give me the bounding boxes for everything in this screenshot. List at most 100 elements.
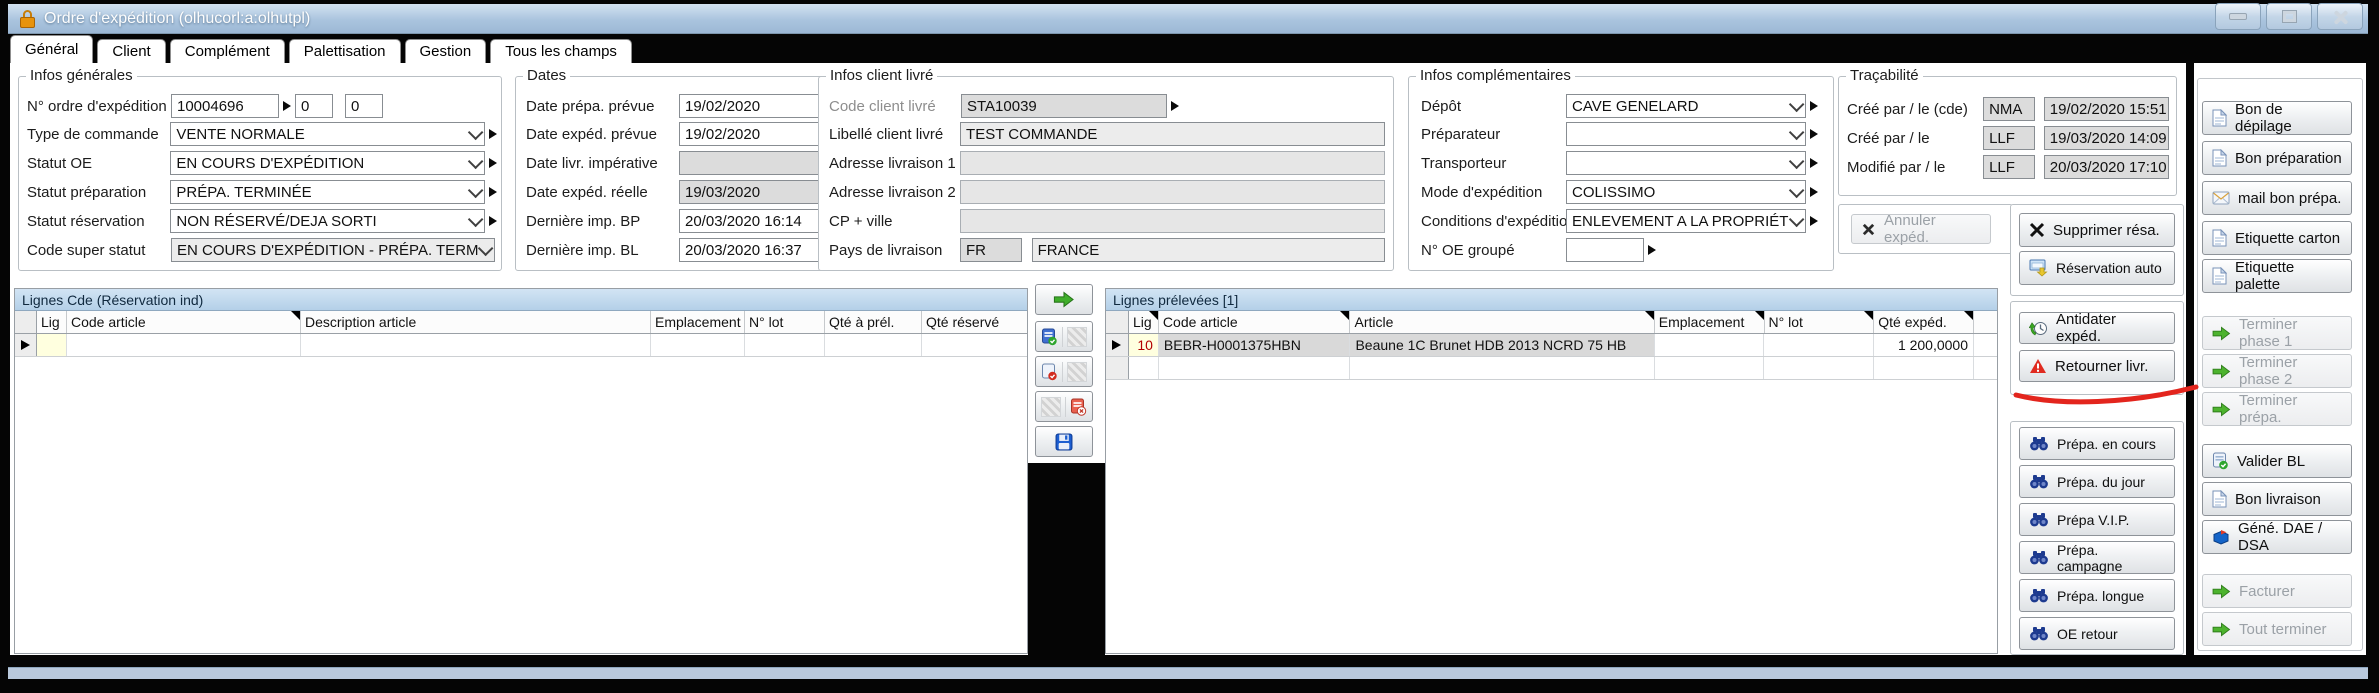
terminer-prepa-button[interactable]: Terminer prépa. xyxy=(2202,392,2352,426)
cell-emplacement[interactable] xyxy=(1655,334,1765,356)
oe-groupe-field[interactable] xyxy=(1566,238,1644,262)
tab-palettisation[interactable]: Palettisation xyxy=(289,39,401,63)
oe-retour-button[interactable]: OE retour xyxy=(2019,617,2175,650)
tab-tous-les-champs[interactable]: Tous les champs xyxy=(490,39,632,63)
col-qte-reserve[interactable]: Qté réservé xyxy=(922,311,1020,333)
tab-general[interactable]: Général xyxy=(10,35,93,63)
chevron-down-icon xyxy=(1789,211,1805,227)
code-super-statut-select[interactable]: EN COURS D'EXPÉDITION - PRÉPA. TERMINÉE-… xyxy=(171,238,495,262)
num-ordre-field[interactable]: 10004696 xyxy=(171,94,279,118)
col-num-lot[interactable]: N° lot xyxy=(1765,311,1875,333)
reservation-auto-button[interactable]: Réservation auto xyxy=(2019,251,2175,285)
date-exped-prevue-field[interactable]: 19/02/2020 xyxy=(679,122,829,146)
num-ordre-sub2-field[interactable]: 0 xyxy=(345,94,383,118)
tout-terminer-button[interactable]: Tout terminer xyxy=(2202,612,2352,646)
tab-gestion[interactable]: Gestion xyxy=(405,39,487,63)
derniere-imp-bl-field[interactable]: 20/03/2020 16:37 xyxy=(679,238,829,262)
transfer-line-button[interactable] xyxy=(1035,284,1093,315)
antidater-exped-button[interactable]: Antidater expéd. xyxy=(2019,312,2175,344)
bon-livraison-button[interactable]: Bon livraison xyxy=(2202,482,2352,516)
delete-lines-button[interactable] xyxy=(1035,391,1093,422)
lookup-arrow-icon[interactable] xyxy=(1171,101,1179,111)
mode-expedition-select[interactable]: COLISSIMO xyxy=(1566,180,1806,204)
col-qte-exped[interactable]: Qté expéd. xyxy=(1874,311,1974,333)
title-bar[interactable]: Ordre d'expédition (olhucorl:a:olhutpl) xyxy=(8,4,2368,34)
statut-reservation-select[interactable]: NON RÉSERVÉ/DEJA SORTI xyxy=(170,209,485,233)
lignes-cde-table[interactable]: Lignes Cde (Réservation ind) Lig Code ar… xyxy=(14,288,1028,654)
lookup-arrow-icon[interactable] xyxy=(283,101,291,111)
prepa-vip-button[interactable]: Prépa V.I.P. xyxy=(2019,503,2175,536)
cell-code-article[interactable]: BEBR-H0001375HBN xyxy=(1159,334,1351,356)
col-article[interactable]: Article xyxy=(1350,311,1654,333)
bon-preparation-button[interactable]: Bon préparation xyxy=(2202,141,2352,175)
retourner-livr-button[interactable]: Retourner livr. xyxy=(2019,350,2175,382)
col-emplacement[interactable]: Emplacement xyxy=(651,311,745,333)
close-button[interactable] xyxy=(2317,3,2363,30)
statut-oe-select[interactable]: EN COURS D'EXPÉDITION xyxy=(170,151,485,175)
lookup-arrow-icon[interactable] xyxy=(489,129,497,139)
cell-qte-exped[interactable]: 1 200,0000 xyxy=(1874,334,1974,356)
col-lig[interactable]: Lig xyxy=(1129,311,1159,333)
cell-lig[interactable]: 10 xyxy=(1129,334,1159,356)
statut-preparation-select[interactable]: PRÉPA. TERMINÉE xyxy=(170,180,485,204)
prepa-campagne-button[interactable]: Prépa. campagne xyxy=(2019,541,2175,574)
minimize-button[interactable] xyxy=(2215,3,2261,30)
unselect-lines-button[interactable] xyxy=(1035,356,1093,387)
lookup-arrow-icon[interactable] xyxy=(1810,158,1818,168)
preparateur-select[interactable] xyxy=(1566,122,1806,146)
col-code-article[interactable]: Code article xyxy=(67,311,301,333)
valider-bl-button[interactable]: Valider BL xyxy=(2202,444,2352,478)
etiquette-palette-button[interactable]: Etiquette palette xyxy=(2202,259,2352,293)
prepa-longue-button[interactable]: Prépa. longue xyxy=(2019,579,2175,612)
col-description-article[interactable]: Description article xyxy=(301,311,651,333)
lookup-arrow-icon[interactable] xyxy=(1810,101,1818,111)
label-derniere-imp-bp: Dernière imp. BP xyxy=(526,213,679,230)
lookup-arrow-icon[interactable] xyxy=(1810,216,1818,226)
col-qte-a-prel[interactable]: Qté à prél. xyxy=(825,311,922,333)
table-row-selected[interactable]: 10 BEBR-H0001375HBN Beaune 1C Brunet HDB… xyxy=(1106,334,1997,357)
table-row[interactable] xyxy=(15,334,1027,357)
col-num-lot[interactable]: N° lot xyxy=(745,311,825,333)
label-statut-preparation: Statut préparation xyxy=(27,184,170,201)
window-controls xyxy=(2215,3,2363,30)
prepa-du-jour-button[interactable]: Prépa. du jour xyxy=(2019,465,2175,498)
maximize-button[interactable] xyxy=(2266,3,2312,30)
gene-dae-dsa-button[interactable]: Géné. DAE / DSA xyxy=(2202,520,2352,554)
etiquette-carton-button[interactable]: Etiquette carton xyxy=(2202,221,2352,255)
lignes-prelevees-table[interactable]: Lignes prélevées [1] Lig Code article Ar… xyxy=(1105,288,1998,654)
facturer-button[interactable]: Facturer xyxy=(2202,574,2352,608)
col-code-article[interactable]: Code article xyxy=(1159,311,1351,333)
lookup-arrow-icon[interactable] xyxy=(489,216,497,226)
table-row-empty[interactable] xyxy=(1106,357,1997,380)
num-ordre-sub1-field[interactable]: 0 xyxy=(295,94,333,118)
bon-depilage-button[interactable]: Bon de dépilage xyxy=(2202,101,2352,135)
cell-article[interactable]: Beaune 1C Brunet HDB 2013 NCRD 75 HB xyxy=(1350,334,1654,356)
type-commande-select[interactable]: VENTE NORMALE xyxy=(170,122,485,146)
lookup-arrow-icon[interactable] xyxy=(1810,129,1818,139)
lookup-arrow-icon[interactable] xyxy=(1810,187,1818,197)
terminer-phase-2-button[interactable]: Terminer phase 2 xyxy=(2202,354,2352,388)
transporteur-select[interactable] xyxy=(1566,151,1806,175)
lookup-arrow-icon[interactable] xyxy=(1648,245,1656,255)
annuler-exped-button[interactable]: Annuler expéd. xyxy=(1851,214,1991,244)
prepa-en-cours-button[interactable]: Prépa. en cours xyxy=(2019,427,2175,460)
lookup-arrow-icon[interactable] xyxy=(489,158,497,168)
group-dates: Dates Date prépa. prévue 19/02/2020 Date… xyxy=(515,76,847,271)
derniere-imp-bp-field[interactable]: 20/03/2020 16:14 xyxy=(679,209,829,233)
depot-select[interactable]: CAVE GENELARD xyxy=(1566,94,1806,118)
col-emplacement[interactable]: Emplacement xyxy=(1655,311,1765,333)
cell-num-lot[interactable] xyxy=(1764,334,1874,356)
conditions-expedition-select[interactable]: ENLEVEMENT A LA PROPRIÉTÉ xyxy=(1566,209,1806,233)
date-prepa-prevue-field[interactable]: 19/02/2020 xyxy=(679,94,829,118)
select-all-lines-button[interactable] xyxy=(1035,321,1093,352)
libelle-client-field[interactable]: TEST COMMANDE xyxy=(960,122,1385,146)
terminer-phase-1-button[interactable]: Terminer phase 1 xyxy=(2202,316,2352,350)
supprimer-resa-button[interactable]: Supprimer résa. xyxy=(2019,213,2175,247)
tab-complement[interactable]: Complément xyxy=(170,39,285,63)
tab-client[interactable]: Client xyxy=(97,39,165,63)
mail-bon-prepa-button[interactable]: mail bon prépa. xyxy=(2202,181,2352,215)
dae-dsa-icon xyxy=(2212,529,2230,546)
col-lig[interactable]: Lig xyxy=(37,311,67,333)
lookup-arrow-icon[interactable] xyxy=(489,187,497,197)
save-lines-button[interactable] xyxy=(1035,426,1093,457)
